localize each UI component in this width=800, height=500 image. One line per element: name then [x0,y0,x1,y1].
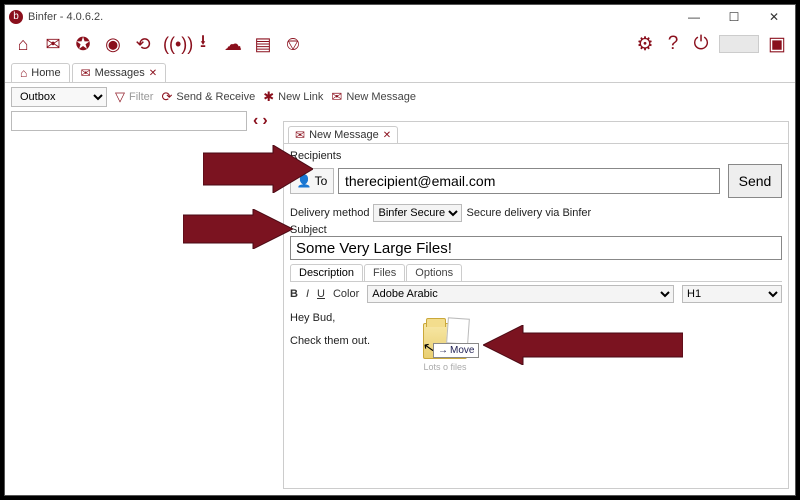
mail-icon[interactable]: ✉ [43,34,63,55]
subject-label: Subject [290,224,782,236]
broadcast-icon[interactable]: ((•)) [163,34,183,55]
tab-messages-label: Messages [95,67,145,79]
composer-tab[interactable]: ✉ New Message ✕ [288,126,398,143]
filter-button[interactable]: ▽ Filter [115,89,153,105]
app-icon: b [9,10,23,24]
send-receive-label: Send & Receive [176,91,255,103]
composer-pane: ✉ New Message ✕ Recipients 👤 To Send Del… [283,121,789,489]
annotation-arrow-1 [203,145,313,193]
to-field[interactable] [338,168,720,194]
link-icon: ✱ [263,89,274,105]
power-icon[interactable]: ⏻ [691,33,711,55]
download-icon[interactable]: ⭳ [193,29,213,59]
mailbox-select[interactable]: Outbox [11,87,107,107]
close-composer-icon[interactable]: ✕ [383,130,391,141]
new-message-label: New Message [346,91,416,103]
tab-home[interactable]: ⌂ Home [11,63,70,82]
account-icon[interactable]: ▣ [767,33,787,56]
cloud-icon[interactable]: ☁ [223,34,243,55]
search-input[interactable] [11,111,247,131]
minimize-button[interactable]: — [677,7,711,27]
delivery-method-note: Secure delivery via Binfer [466,207,591,219]
new-message-button[interactable]: ✉ New Message [331,89,416,105]
move-tooltip: → Move [433,343,479,358]
grid-icon[interactable]: ▤ [253,34,273,55]
color-button[interactable]: Color [333,288,359,300]
next-button[interactable]: › [262,112,271,129]
close-button[interactable]: ✕ [757,7,791,27]
home-icon[interactable]: ⌂ [13,34,33,55]
folder-caption: Lots o files [415,362,475,372]
mail-tab-icon: ✉ [81,66,91,80]
maximize-button[interactable]: ☐ [717,7,751,27]
tab-options[interactable]: Options [406,264,462,281]
underline-button[interactable]: U [317,288,325,300]
font-select[interactable]: Adobe Arabic [367,285,674,303]
tab-files[interactable]: Files [364,264,405,281]
compose-icon: ✉ [331,89,342,105]
annotation-arrow-3 [483,325,683,365]
home-tab-icon: ⌂ [20,66,27,80]
to-button-label: To [315,174,328,188]
bold-button[interactable]: B [290,288,298,300]
sync-icon[interactable]: ⟲ [133,34,153,55]
delivery-method-label: Delivery method [290,207,369,219]
tab-messages[interactable]: ✉ Messages ✕ [72,63,167,82]
recipients-label: Recipients [290,150,782,162]
help-icon[interactable]: ? [663,33,683,55]
filter-label: Filter [129,91,153,103]
tab-description[interactable]: Description [290,264,363,281]
composer-tab-label: New Message [309,129,379,141]
compose-tab-icon: ✉ [295,128,305,142]
sliders-icon[interactable]: ⎊ [283,34,303,55]
window-title: Binfer - 4.0.6.2. [28,11,103,23]
close-tab-icon[interactable]: ✕ [149,68,157,79]
annotation-arrow-2 [183,209,293,249]
tab-home-label: Home [31,67,60,79]
status-slot [719,35,759,53]
send-button[interactable]: Send [728,164,782,198]
send-receive-button[interactable]: ⟳ Send & Receive [161,89,255,105]
sync-small-icon: ⟳ [161,89,172,105]
contact-icon[interactable]: ◉ [103,34,123,55]
italic-button[interactable]: I [306,288,309,300]
gear-icon[interactable]: ⚙ [635,33,655,56]
delivery-method-select[interactable]: Binfer Secure [373,204,462,222]
new-link-button[interactable]: ✱ New Link [263,89,323,105]
move-tooltip-label: Move [450,345,474,356]
subject-field[interactable] [290,236,782,260]
heading-select[interactable]: H1 [682,285,782,303]
new-link-label: New Link [278,91,323,103]
chat-icon[interactable]: ✪ [73,34,93,55]
move-arrow-icon: → [438,345,448,356]
prev-button[interactable]: ‹ [253,112,262,129]
filter-icon: ▽ [115,89,125,105]
